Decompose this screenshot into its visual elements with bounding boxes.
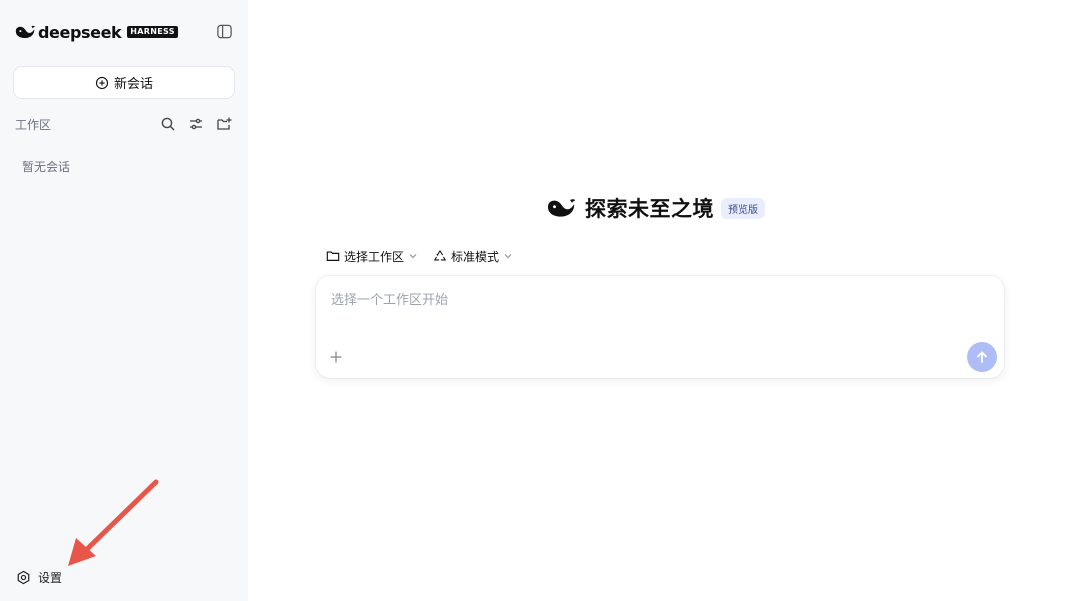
send-button[interactable]	[967, 342, 997, 372]
settings-button[interactable]: 设置	[16, 569, 62, 586]
sliders-icon[interactable]	[188, 116, 204, 132]
chevron-down-icon	[504, 254, 512, 259]
message-input[interactable]	[331, 288, 971, 312]
hero-heading: 探索未至之境 预览版	[545, 193, 765, 223]
new-chat-button[interactable]: 新会话	[13, 66, 235, 99]
folder-plus-icon[interactable]	[216, 116, 232, 132]
brand-badge: HARNESS	[127, 26, 178, 38]
recycle-icon	[433, 250, 447, 261]
brand-logo: deepseek HARNESS	[14, 21, 178, 43]
settings-label: 设置	[38, 571, 63, 585]
workspace-selector[interactable]: 选择工作区	[326, 247, 418, 265]
sidebar-toggle-icon[interactable]	[216, 23, 233, 40]
preview-badge: 预览版	[721, 197, 765, 219]
mode-selector[interactable]: 标准模式	[433, 247, 513, 265]
gear-icon	[17, 570, 30, 585]
search-icon[interactable]	[160, 116, 176, 132]
page-title: 探索未至之境	[585, 197, 714, 221]
workspace-selector-label: 选择工作区	[344, 249, 405, 264]
sidebar: deepseek HARNESS 新会话 工作区 暂无会话 设置	[0, 0, 248, 601]
mode-selector-label: 标准模式	[451, 249, 500, 264]
new-chat-label: 新会话	[113, 77, 153, 92]
folder-icon	[326, 251, 340, 261]
message-composer	[316, 276, 1004, 378]
empty-conversations-text: 暂无会话	[22, 160, 71, 174]
deepseek-whale-icon	[548, 199, 576, 217]
deepseek-whale-icon	[15, 25, 36, 39]
brand-wordmark: deepseek	[38, 22, 122, 42]
arrow-up-icon	[977, 351, 987, 363]
plus-circle-icon	[95, 76, 109, 89]
workspace-label: 工作区	[15, 118, 52, 132]
plus-icon[interactable]	[329, 350, 343, 364]
chevron-down-icon	[409, 254, 417, 259]
